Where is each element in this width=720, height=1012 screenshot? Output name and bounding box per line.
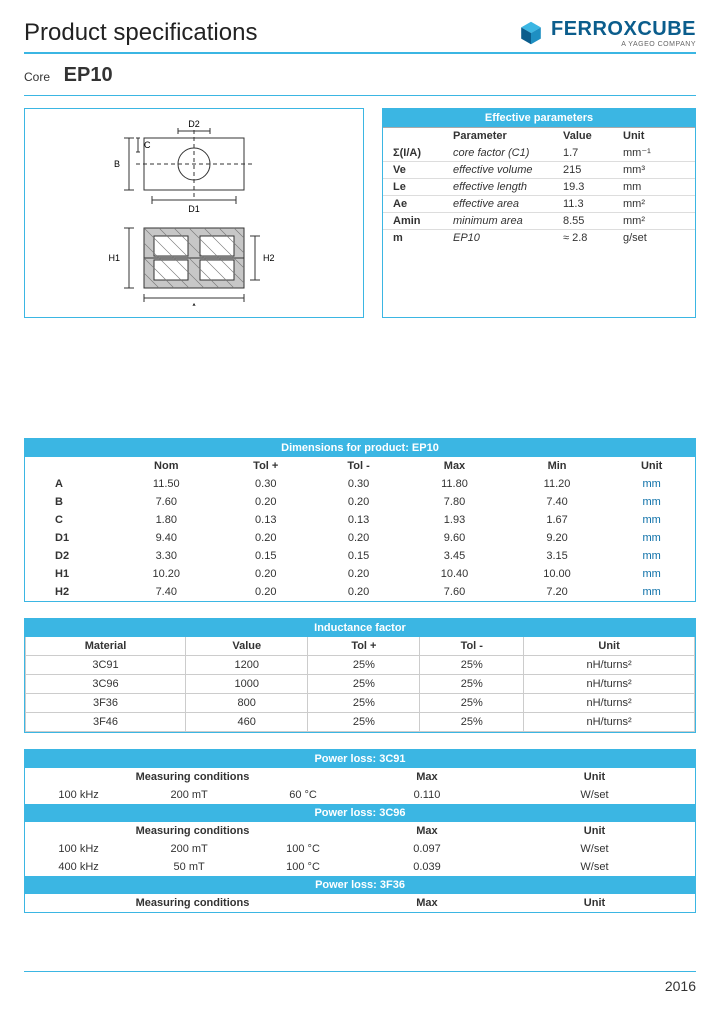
dimension-diagram: D2 B C D1 (24, 108, 364, 318)
powerloss-table: Power loss: 3C91Measuring conditionsMaxU… (24, 749, 696, 913)
model-name: EP10 (64, 64, 113, 86)
effective-parameters-table: Effective parameters Parameter Value Uni… (382, 108, 696, 318)
inductance-title: Inductance factor (25, 619, 695, 637)
powerloss-group-title: Power loss: 3F36 (25, 876, 695, 894)
page-title: Product specifications (24, 19, 257, 47)
dimensions-header-row: NomTol + Tol -Max MinUnit (25, 457, 695, 475)
footer-year: 2016 (665, 978, 696, 994)
inductance-table: Inductance factor MaterialValue Tol +Tol… (24, 618, 696, 733)
inductance-row: 3F3680025%25%nH/turns² (26, 694, 695, 713)
label-c: C (144, 140, 151, 150)
dimensions-table: Dimensions for product: EP10 NomTol + To… (24, 438, 696, 602)
label-h1: H1 (108, 253, 120, 263)
params-row: Σ(I/A)core factor (C1)1.7mm⁻¹ (383, 144, 695, 162)
dimensions-row: B7.600.200.207.807.40mm (25, 493, 695, 511)
dimensions-row: H27.400.200.207.607.20mm (25, 583, 695, 601)
params-header-row: Parameter Value Unit (383, 128, 695, 145)
dimensions-row: C1.800.130.131.931.67mm (25, 511, 695, 529)
label-d2: D2 (188, 120, 200, 129)
inductance-row: 3C91120025%25%nH/turns² (26, 656, 695, 675)
powerloss-row: 400 kHz50 mT100 °C0.039W/set (25, 858, 695, 876)
core-label: Core (24, 70, 50, 84)
dimensions-row: H110.200.200.2010.4010.00mm (25, 565, 695, 583)
inductance-header-row: MaterialValue Tol +Tol - Unit (26, 637, 695, 656)
powerloss-row: 100 kHz200 mT100 °C0.097W/set (25, 840, 695, 858)
params-row: Aeeffective area11.3mm² (383, 196, 695, 213)
powerloss-group-title: Power loss: 3C96 (25, 804, 695, 822)
dimensions-row: D19.400.200.209.609.20mm (25, 529, 695, 547)
powerloss-header-row: Measuring conditionsMaxUnit (25, 768, 695, 786)
params-title: Effective parameters (383, 109, 695, 127)
brand-subtitle: A YAGEO COMPANY (551, 41, 696, 48)
dimensions-row: A11.500.300.3011.8011.20mm (25, 475, 695, 493)
label-b: B (114, 159, 120, 169)
cube-icon (517, 19, 545, 47)
powerloss-row: 100 kHz200 mT60 °C0.110W/set (25, 786, 695, 804)
params-row: mEP10≈ 2.8g/set (383, 230, 695, 247)
powerloss-group-title: Power loss: 3C91 (25, 750, 695, 768)
params-row: Aminminimum area8.55mm² (383, 213, 695, 230)
inductance-row: 3F4646025%25%nH/turns² (26, 713, 695, 732)
brand-name: FERROXCUBE (551, 18, 696, 41)
dimensions-row: D23.300.150.153.453.15mm (25, 547, 695, 565)
inductance-row: 3C96100025%25%nH/turns² (26, 675, 695, 694)
brand-logo: FERROXCUBE A YAGEO COMPANY (517, 18, 696, 48)
params-row: Leeffective length19.3mm (383, 179, 695, 196)
powerloss-header-row: Measuring conditionsMaxUnit (25, 894, 695, 912)
powerloss-header-row: Measuring conditionsMaxUnit (25, 822, 695, 840)
label-h2: H2 (263, 253, 275, 263)
params-row: Veeffective volume215mm³ (383, 162, 695, 179)
label-d1: D1 (188, 204, 200, 214)
dimensions-title: Dimensions for product: EP10 (25, 439, 695, 457)
label-a: A (191, 302, 197, 306)
